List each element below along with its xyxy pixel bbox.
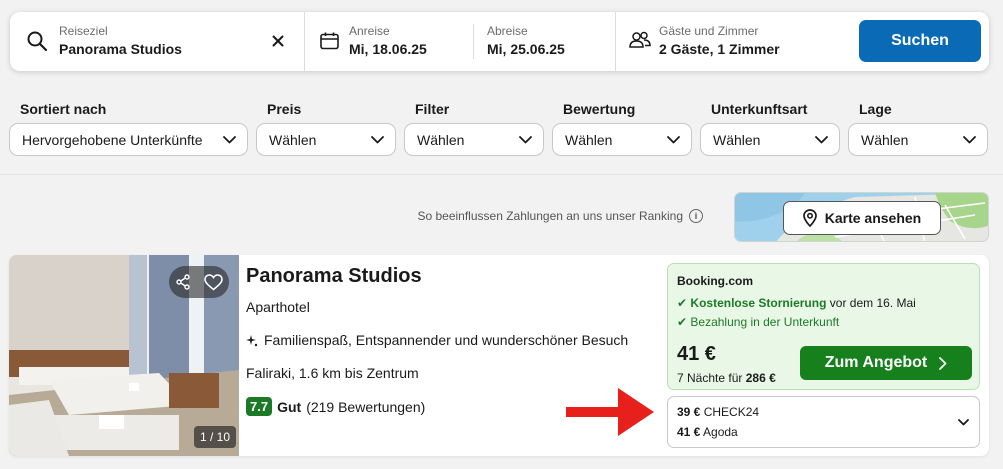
chevron-down-icon bbox=[815, 135, 828, 143]
select-value: Wählen bbox=[861, 131, 909, 148]
accommodation-select[interactable]: Wählen bbox=[700, 123, 840, 156]
cancellation-bold: Kostenlose Stornierung bbox=[690, 296, 827, 310]
offer-provider: Booking.com bbox=[677, 274, 754, 288]
info-icon: i bbox=[689, 209, 703, 223]
hotel-location: Faliraki, 1.6 km bis Zentrum bbox=[246, 365, 419, 381]
guests-label: Gäste und Zimmer bbox=[659, 24, 759, 38]
guests-icon bbox=[629, 31, 651, 48]
location-select[interactable]: Wählen bbox=[848, 123, 988, 156]
price-select[interactable]: Wählen bbox=[256, 123, 396, 156]
filter-label: Bewertung bbox=[563, 101, 636, 117]
heart-icon[interactable] bbox=[203, 273, 223, 291]
view-map-button[interactable]: Karte ansehen bbox=[783, 201, 941, 235]
destination-field[interactable]: Reiseziel Panorama Studios bbox=[10, 12, 304, 71]
photo-actions bbox=[169, 266, 229, 298]
rating-word: Gut bbox=[277, 398, 302, 415]
map-preview[interactable]: Karte ansehen bbox=[734, 192, 989, 242]
filter-select[interactable]: Wählen bbox=[404, 123, 544, 156]
filter-label: Unterkunftsart bbox=[711, 101, 808, 117]
chevron-down-icon bbox=[223, 135, 236, 143]
hotel-rating[interactable]: 7.7 Gut (219 Bewertungen) bbox=[246, 397, 425, 416]
filter-accommodation: Unterkunftsart Wählen bbox=[700, 101, 840, 156]
rating-count: (219 Bewertungen) bbox=[306, 398, 426, 415]
total-price: 286 € bbox=[745, 371, 776, 385]
check-icon: ✔ bbox=[677, 296, 688, 310]
filter-price: Preis Wählen bbox=[256, 101, 396, 156]
rating-select[interactable]: Wählen bbox=[552, 123, 692, 156]
hotel-name[interactable]: Panorama Studios bbox=[246, 265, 422, 288]
select-value: Wählen bbox=[417, 131, 465, 148]
view-deal-button[interactable]: Zum Angebot bbox=[800, 346, 972, 380]
highlight-text: Familienspaß, Entspannender und wundersc… bbox=[264, 332, 629, 348]
nights-prefix: 7 Nächte für bbox=[677, 371, 743, 385]
cancellation-info: ✔ Kostenlose Stornierung vor dem 16. Mai bbox=[677, 296, 916, 310]
chevron-down-icon[interactable] bbox=[958, 419, 969, 426]
search-button[interactable]: Suchen bbox=[859, 20, 981, 62]
cancellation-rest: vor dem 16. Mai bbox=[829, 296, 916, 310]
chevron-down-icon bbox=[519, 135, 532, 143]
section-divider bbox=[0, 174, 1003, 175]
annotation-arrow-icon bbox=[566, 388, 654, 436]
filter-filter: Filter Wählen bbox=[404, 101, 544, 156]
filter-label: Filter bbox=[415, 101, 450, 117]
checkin-value: Mi, 18.06.25 bbox=[349, 41, 427, 57]
share-icon[interactable] bbox=[175, 274, 191, 290]
select-value: Hervorgehobene Unterkünfte bbox=[22, 131, 203, 148]
chevron-down-icon bbox=[963, 135, 976, 143]
destination-value: Panorama Studios bbox=[59, 41, 182, 57]
checkin-field[interactable]: Anreise Mi, 18.06.25 bbox=[305, 12, 473, 71]
other-offer-provider: Agoda bbox=[703, 425, 738, 439]
filter-rating: Bewertung Wählen bbox=[552, 101, 692, 156]
main-offer[interactable]: Booking.com ✔ Kostenlose Stornierung vor… bbox=[667, 263, 980, 390]
chevron-down-icon bbox=[371, 135, 384, 143]
ranking-text: So beeinflussen Zahlungen an uns unser R… bbox=[417, 209, 683, 223]
other-offers[interactable]: 39 € CHECK24 41 € Agoda bbox=[667, 396, 980, 448]
map-pin-icon bbox=[802, 209, 817, 227]
select-value: Wählen bbox=[713, 131, 761, 148]
filter-label: Preis bbox=[267, 101, 302, 117]
select-value: Wählen bbox=[269, 131, 317, 148]
guests-field[interactable]: Gäste und Zimmer 2 Gäste, 1 Zimmer bbox=[616, 12, 846, 71]
filter-label: Sortiert nach bbox=[20, 101, 107, 117]
other-offer-provider: CHECK24 bbox=[703, 405, 760, 419]
clear-icon[interactable] bbox=[272, 35, 284, 47]
other-offer-price: 39 € bbox=[677, 405, 701, 419]
hotel-type: Aparthotel bbox=[246, 299, 310, 315]
payment-info: ✔ Bezahlung in der Unterkunft bbox=[677, 315, 839, 329]
filter-sort: Sortiert nach Hervorgehobene Unterkünfte bbox=[9, 101, 248, 156]
checkout-value: Mi, 25.06.25 bbox=[487, 41, 565, 57]
offer-price: 41 € bbox=[677, 343, 716, 365]
view-map-label: Karte ansehen bbox=[824, 210, 922, 226]
hotel-highlight: Familienspaß, Entspannender und wundersc… bbox=[246, 332, 628, 348]
photo-counter: 1 / 10 bbox=[194, 426, 237, 448]
hotel-card[interactable]: 1 / 10 Panorama Studios Aparthotel Famil… bbox=[9, 255, 989, 456]
other-offer-row: 39 € CHECK24 bbox=[677, 405, 759, 419]
destination-label: Reiseziel bbox=[59, 24, 108, 38]
sort-select[interactable]: Hervorgehobene Unterkünfte bbox=[9, 123, 248, 156]
checkout-label: Abreise bbox=[487, 24, 528, 38]
sparkle-icon bbox=[246, 334, 258, 346]
chevron-right-icon bbox=[939, 356, 947, 370]
guests-value: 2 Gäste, 1 Zimmer bbox=[659, 41, 780, 57]
view-deal-label: Zum Angebot bbox=[824, 354, 928, 371]
chevron-down-icon bbox=[667, 135, 680, 143]
search-bar: Reiseziel Panorama Studios Anreise Mi, 1… bbox=[10, 12, 989, 71]
checkout-field[interactable]: Abreise Mi, 25.06.25 bbox=[474, 12, 615, 71]
filter-label: Lage bbox=[859, 101, 892, 117]
payment-text: Bezahlung in der Unterkunft bbox=[690, 315, 840, 329]
checkin-label: Anreise bbox=[349, 24, 390, 38]
rating-score: 7.7 bbox=[246, 397, 273, 416]
calendar-icon bbox=[320, 32, 339, 50]
other-offer-row: 41 € Agoda bbox=[677, 425, 738, 439]
search-icon bbox=[27, 31, 48, 52]
select-value: Wählen bbox=[565, 131, 613, 148]
filter-location: Lage Wählen bbox=[848, 101, 988, 156]
check-icon: ✔ bbox=[677, 315, 688, 329]
other-offer-price: 41 € bbox=[677, 425, 701, 439]
offer-total: 7 Nächte für 286 € bbox=[677, 371, 776, 385]
ranking-note[interactable]: So beeinflussen Zahlungen an uns unser R… bbox=[417, 209, 703, 223]
